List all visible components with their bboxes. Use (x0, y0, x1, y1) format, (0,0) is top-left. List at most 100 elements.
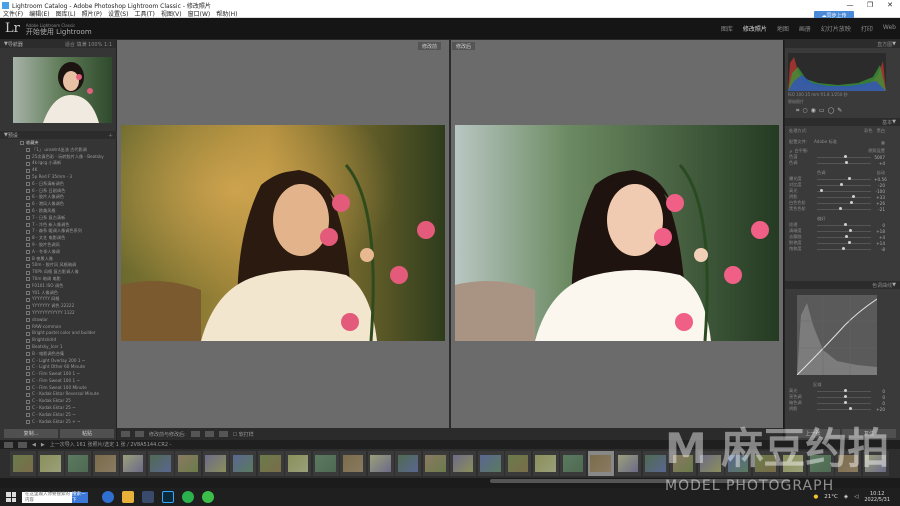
slider-knob[interactable] (841, 247, 845, 251)
slider-track[interactable] (817, 223, 871, 227)
preset-item[interactable]: 4k·lgcg 小清新 (4, 160, 114, 167)
slider-value[interactable]: 5007 (874, 155, 885, 160)
menu-photo[interactable]: 照片(P) (82, 9, 102, 18)
preset-item[interactable]: C - Film Sweat 100 1 ~ (4, 378, 114, 385)
store-icon[interactable] (142, 491, 154, 503)
slider-knob[interactable] (839, 183, 843, 187)
filmstrip-thumbnail[interactable] (532, 451, 559, 476)
module-tab[interactable]: 幻灯片放映 (821, 24, 851, 33)
back-arrow-icon[interactable]: ◀ (32, 442, 36, 448)
slider-track[interactable] (817, 155, 871, 159)
preset-item[interactable]: 「1」 unsetnt出油 古代影调 (4, 147, 114, 154)
filmstrip-source[interactable]: 上一次导入 161 张照片/选定 1 张 / 2V8A5144.CR2 - (50, 441, 172, 448)
wb-select[interactable]: 原照设置 (868, 148, 885, 154)
menu-edit[interactable]: 编辑(E) (29, 9, 49, 18)
filmstrip-thumbnail[interactable] (505, 451, 531, 476)
slider-knob[interactable] (844, 401, 847, 405)
taskbar-clock[interactable]: 10:12 2022/5/31 (864, 491, 890, 503)
filmstrip-thumbnail[interactable] (312, 451, 339, 476)
filmstrip-thumbnail[interactable] (395, 451, 421, 476)
brush-icon[interactable]: ✎ (837, 107, 842, 114)
minimize-button[interactable]: — (840, 1, 860, 9)
edge-browser-icon[interactable] (102, 491, 114, 503)
filmstrip-thumbnail[interactable] (450, 451, 476, 476)
filmstrip-thumbnail[interactable] (340, 451, 366, 476)
filmstrip-thumbnail[interactable] (147, 451, 174, 476)
filmstrip-thumbnail[interactable] (477, 451, 504, 476)
menu-help[interactable]: 帮助(H) (216, 9, 237, 18)
graduated-filter-icon[interactable]: ▭ (819, 107, 825, 114)
slider-knob[interactable] (845, 161, 849, 165)
windows-start-icon[interactable] (6, 492, 16, 502)
preset-item[interactable]: C - Kodak Ektar 25 (4, 398, 114, 405)
slider-track[interactable] (817, 189, 871, 193)
preset-item[interactable]: 70Ph 风格 复古影调人像 (4, 269, 114, 276)
slider-value[interactable]: +18 (874, 229, 885, 234)
copy-button[interactable]: 复制... (4, 429, 58, 438)
module-tab[interactable]: 图库 (721, 24, 733, 33)
preset-item[interactable]: 9 - 胶片色调风 (4, 242, 114, 249)
preset-folder[interactable]: 收藏夹 (4, 140, 114, 147)
preset-item[interactable]: RAW-common (4, 324, 114, 331)
radial-filter-icon[interactable]: ◯ (828, 107, 835, 114)
menu-settings[interactable]: 设置(S) (108, 9, 129, 18)
slider-track[interactable] (817, 389, 871, 393)
filmstrip-thumbnail[interactable] (257, 451, 284, 476)
module-tab[interactable]: Web (883, 24, 896, 33)
close-button[interactable]: ✕ (880, 1, 900, 9)
slider-value[interactable]: +4 (874, 235, 885, 240)
slider-value[interactable]: +33 (874, 195, 885, 200)
slider-track[interactable] (817, 161, 871, 165)
preset-item[interactable]: YYYYYYY 调色 22222 (4, 303, 114, 310)
preset-item[interactable]: 7 - 日系 复古清新 (4, 215, 114, 222)
filmstrip-thumbnail[interactable] (175, 451, 201, 476)
slider-knob[interactable] (838, 207, 842, 211)
module-tab[interactable]: 修改照片 (743, 24, 767, 33)
slider-knob[interactable] (844, 389, 847, 393)
taskbar-search-input[interactable]: 在这里输入你要搜索的内容 (22, 491, 72, 503)
slider-knob[interactable] (845, 235, 849, 239)
grid-view-icon[interactable] (18, 441, 27, 448)
slider-knob[interactable] (848, 177, 852, 181)
menu-file[interactable]: 文件(F) (3, 9, 23, 18)
preset-item[interactable]: C - Film Sweat 100 1 ~ (4, 371, 114, 378)
slider-value[interactable]: +14 (874, 241, 885, 246)
preset-item[interactable]: C - Kodak Ektar 25 ~ (4, 405, 114, 412)
slider-track[interactable] (817, 401, 871, 405)
second-window-icon[interactable] (4, 441, 13, 448)
before-photo[interactable] (121, 125, 445, 341)
preset-item[interactable]: 8 - 文艺 电影调色 (4, 235, 114, 242)
preset-item[interactable]: drawlar (4, 317, 114, 324)
auto-tone-button[interactable]: 自动 (877, 170, 885, 176)
slider-knob[interactable] (849, 229, 853, 233)
navigator-header[interactable]: ▼ 导航器 适合 填满 100% 1:1 (0, 40, 116, 48)
maximize-button[interactable]: ❐ (860, 1, 880, 9)
filmstrip-thumbnail[interactable] (202, 451, 229, 476)
module-tab[interactable]: 打印 (861, 24, 873, 33)
filmstrip-thumbnail[interactable] (37, 451, 64, 476)
slider-knob[interactable] (852, 195, 856, 199)
profile-browser-icon[interactable]: ▦ (881, 140, 885, 145)
preset-item[interactable]: YYYYYYYYYYYY 1122 (4, 310, 114, 317)
filmstrip-thumbnail[interactable] (65, 451, 91, 476)
filmstrip-thumbnail[interactable] (120, 451, 146, 476)
app-green-icon[interactable] (202, 491, 214, 503)
slider-value[interactable]: +4 (874, 161, 885, 166)
slider-value[interactable]: +20 (874, 407, 885, 412)
histogram-header[interactable]: 直方图 ▼ (785, 40, 900, 48)
preset-item[interactable]: B - 电影调色合集 (4, 351, 114, 358)
slider-knob[interactable] (848, 241, 852, 245)
filmstrip-thumbnail[interactable] (422, 451, 449, 476)
filmstrip-thumbnail[interactable] (367, 451, 394, 476)
preset-item[interactable]: A - 冬季人像调 (4, 249, 114, 256)
preset-item[interactable]: C - Film Sweat 100 Minute (4, 385, 114, 392)
tone-curve-graph[interactable] (796, 295, 878, 376)
before-after-view-icon[interactable] (135, 431, 144, 437)
navigator-preview[interactable] (13, 57, 112, 123)
slider-value[interactable]: -100 (874, 189, 885, 194)
histogram[interactable] (788, 53, 886, 91)
spot-removal-icon[interactable]: ○ (802, 107, 807, 114)
preset-item[interactable]: 6 - 港风人像调色 (4, 201, 114, 208)
slider-value[interactable]: 0 (874, 395, 885, 400)
slider-track[interactable] (817, 241, 871, 245)
